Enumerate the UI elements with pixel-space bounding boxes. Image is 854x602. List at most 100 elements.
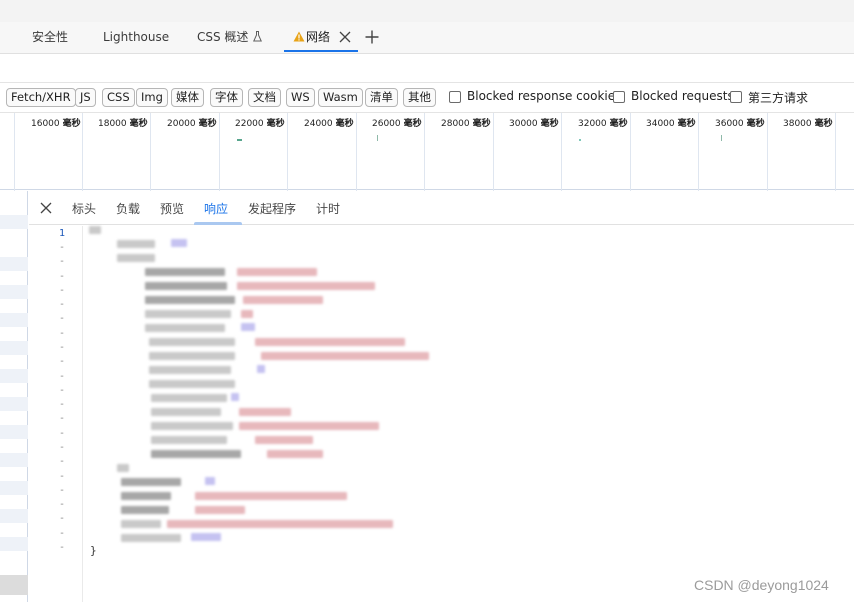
redacted-response-content: [87, 226, 447, 556]
line-number: -: [58, 356, 65, 367]
close-icon[interactable]: [338, 30, 352, 44]
redacted-text: [145, 296, 235, 304]
redacted-text: [145, 268, 225, 276]
devtools-window: 安全性 Lighthouse CSS 概述 网络 Fetch/XHR JS CS…: [0, 0, 854, 602]
watermark: CSDN @deyong1024: [694, 577, 829, 593]
tab-timing[interactable]: 计时: [316, 200, 340, 217]
request-detail-panel: 标头 负载 预览 响应 发起程序 计时 1 - - - - - - - - - …: [29, 191, 854, 602]
redacted-text: [121, 492, 171, 500]
tab-preview[interactable]: 预览: [160, 200, 184, 217]
redacted-text: [117, 240, 155, 248]
plus-icon[interactable]: [364, 29, 380, 45]
redacted-text: [205, 477, 215, 485]
warning-icon: [293, 31, 305, 42]
table-row[interactable]: [0, 201, 28, 215]
redacted-text: [237, 268, 317, 276]
redacted-text: [149, 366, 231, 374]
table-row[interactable]: [0, 229, 28, 243]
filter-bar: Fetch/XHR JS CSS Img 媒体 字体 文档 WS Wasm 清单…: [0, 84, 854, 112]
tab-headers[interactable]: 标头: [72, 200, 96, 217]
tab-css-overview[interactable]: CSS 概述: [197, 22, 263, 53]
table-row[interactable]: [0, 397, 28, 411]
redacted-text: [151, 422, 233, 430]
filter-manifest[interactable]: 清单: [365, 88, 398, 107]
tab-response[interactable]: 响应: [204, 200, 228, 217]
line-number: -: [58, 542, 65, 553]
redacted-text: [257, 365, 265, 373]
filter-other[interactable]: 其他: [403, 88, 436, 107]
table-row-selected[interactable]: [0, 575, 28, 595]
filter-css[interactable]: CSS: [102, 88, 135, 107]
line-number: -: [58, 285, 65, 296]
tab-security[interactable]: 安全性: [32, 22, 68, 53]
line-number: -: [58, 399, 65, 410]
tab-initiator[interactable]: 发起程序: [248, 200, 296, 217]
line-number: -: [58, 385, 65, 396]
filter-media[interactable]: 媒体: [171, 88, 204, 107]
line-number: -: [58, 471, 65, 482]
third-party-checkbox[interactable]: [730, 91, 742, 103]
line-number: -: [58, 413, 65, 424]
line-number: -: [58, 371, 65, 382]
network-overview-timeline[interactable]: 16000 毫秒 18000 毫秒 20000 毫秒 22000 毫秒 24000 毫秒 …: [0, 112, 854, 191]
table-row[interactable]: [0, 369, 28, 383]
filter-js[interactable]: JS: [75, 88, 96, 107]
tab-css-overview-label: CSS 概述: [197, 30, 249, 44]
active-detail-tab-indicator: [194, 222, 242, 225]
filter-font[interactable]: 字体: [210, 88, 243, 107]
redacted-text: [151, 436, 227, 444]
filter-fetch-xhr[interactable]: Fetch/XHR: [6, 88, 76, 107]
line-number: -: [58, 299, 65, 310]
redacted-text: [145, 310, 231, 318]
blocked-cookies-label: Blocked response cookies: [467, 89, 622, 103]
timeline-tick: 20000 毫秒: [150, 113, 217, 191]
timeline-request-mark: [237, 139, 242, 141]
line-number: -: [58, 342, 65, 353]
request-list: [0, 191, 28, 602]
flask-icon: [253, 31, 263, 42]
filter-doc[interactable]: 文档: [248, 88, 281, 107]
filter-ws[interactable]: WS: [286, 88, 315, 107]
redacted-text: [195, 506, 245, 514]
tab-lighthouse[interactable]: Lighthouse: [103, 22, 169, 53]
line-number: -: [58, 499, 65, 510]
blocked-requests-checkbox[interactable]: [613, 91, 625, 103]
table-row[interactable]: [0, 257, 28, 271]
tab-network[interactable]: 网络: [293, 22, 330, 53]
table-row[interactable]: [0, 215, 28, 229]
tab-payload[interactable]: 负载: [116, 200, 140, 217]
filter-wasm[interactable]: Wasm: [318, 88, 363, 107]
table-row[interactable]: [0, 313, 28, 327]
redacted-text: [149, 380, 235, 388]
close-icon[interactable]: [39, 201, 53, 215]
active-tab-indicator: [284, 50, 358, 52]
redacted-text: [171, 239, 187, 247]
line-number: -: [58, 456, 65, 467]
line-number: 1: [58, 228, 65, 239]
table-row[interactable]: [0, 537, 28, 551]
line-number: -: [58, 313, 65, 324]
timeline-tick: 34000 毫秒: [630, 113, 696, 191]
timeline-tick: 26000 毫秒: [356, 113, 422, 191]
timeline-tick: 30000 毫秒: [493, 113, 559, 191]
table-row[interactable]: [0, 285, 28, 299]
table-row[interactable]: [0, 425, 28, 439]
table-row[interactable]: [0, 341, 28, 355]
timeline-tick: 18000 毫秒: [82, 113, 148, 191]
table-row[interactable]: [0, 509, 28, 523]
third-party-label: 第三方请求: [748, 91, 809, 105]
timeline-tick: 38000 毫秒: [767, 113, 833, 191]
table-row[interactable]: [0, 453, 28, 467]
table-row[interactable]: [0, 481, 28, 495]
filter-img[interactable]: Img: [136, 88, 168, 107]
line-number: -: [58, 271, 65, 282]
tab-network-label: 网络: [306, 30, 331, 44]
detail-tab-bar: 标头 负载 预览 响应 发起程序 计时: [29, 191, 854, 225]
redacted-text: [239, 422, 379, 430]
redacted-text: [149, 352, 235, 360]
blocked-cookies-checkbox[interactable]: [449, 91, 461, 103]
line-number-gutter: 1 - - - - - - - - - - - - - - - - - - -: [29, 226, 83, 602]
response-viewer[interactable]: 1 - - - - - - - - - - - - - - - - - - -: [29, 226, 854, 602]
redacted-text: [121, 478, 181, 486]
redacted-text: [195, 492, 347, 500]
